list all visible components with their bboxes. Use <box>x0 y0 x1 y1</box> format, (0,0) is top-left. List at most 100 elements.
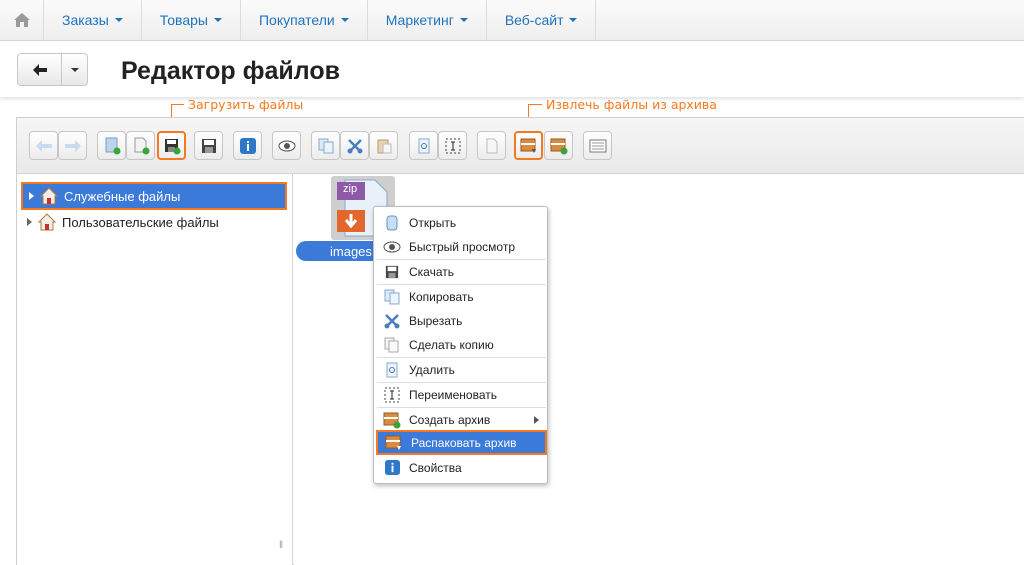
duplicate-icon <box>383 336 401 354</box>
home-icon <box>13 13 30 27</box>
list-view-icon <box>589 139 606 152</box>
page-header: Редактор файлов <box>0 41 1024 97</box>
info-button[interactable] <box>233 131 262 160</box>
nav-customers-label: Покупатели <box>258 12 335 28</box>
file-toolbar <box>17 118 1024 174</box>
edit-file-button[interactable] <box>477 131 506 160</box>
arrow-left-icon <box>32 63 47 76</box>
menu-item-duplicate[interactable]: Сделать копию <box>376 333 547 356</box>
copy-button[interactable] <box>311 131 340 160</box>
menu-item-label: Свойства <box>409 460 462 475</box>
nav-products-label: Товары <box>159 12 208 28</box>
caret-down-icon <box>70 67 79 72</box>
eye-icon <box>278 140 295 151</box>
view-toggle-button[interactable] <box>583 131 612 160</box>
resize-handle[interactable]: ‖ <box>279 540 283 551</box>
nav-marketing[interactable]: Маркетинг <box>368 0 487 40</box>
menu-item-copy[interactable]: Копировать <box>376 285 547 308</box>
menu-item-label: Сделать копию <box>409 337 494 352</box>
menu-item-quick-view[interactable]: Быстрый просмотр <box>376 235 547 258</box>
caret-down-icon <box>340 18 349 22</box>
submenu-arrow-icon <box>534 415 539 424</box>
menu-item-extract-archive[interactable]: Распаковать архив <box>376 430 547 455</box>
expand-arrow-icon <box>29 192 34 200</box>
scissors-icon <box>347 138 362 153</box>
new-folder-icon <box>105 137 120 154</box>
page-title: Редактор файлов <box>121 57 340 85</box>
rename-button[interactable] <box>438 131 467 160</box>
copy-icon <box>383 288 401 306</box>
nav-marketing-label: Маркетинг <box>385 12 454 28</box>
caret-down-icon <box>213 18 222 22</box>
archive-create-icon <box>383 411 401 429</box>
scissors-icon <box>383 312 401 330</box>
new-file-button[interactable] <box>126 131 155 160</box>
context-menu: Открыть Быстрый просмотр Скачать Копиров… <box>373 206 548 484</box>
menu-item-cut[interactable]: Вырезать <box>376 309 547 332</box>
zip-badge: zip <box>343 183 358 195</box>
cut-button[interactable] <box>340 131 369 160</box>
nav-website-label: Веб-сайт <box>504 12 564 28</box>
arrow-right-icon <box>64 139 81 152</box>
delete-button[interactable] <box>409 131 438 160</box>
folder-tree: Служебные файлы Пользовательские файлы ‖ <box>17 174 293 565</box>
extract-callout-leader-h <box>528 104 542 105</box>
menu-item-download[interactable]: Скачать <box>376 260 547 283</box>
menu-item-label: Быстрый просмотр <box>409 239 516 254</box>
home-button[interactable] <box>0 0 44 40</box>
back-dropdown-toggle[interactable] <box>62 54 87 85</box>
nav-orders-label: Заказы <box>62 12 109 28</box>
new-file-icon <box>134 137 149 154</box>
floppy-icon <box>383 263 401 281</box>
history-back-button[interactable] <box>29 131 58 160</box>
floppy-icon <box>201 138 216 153</box>
extract-callout: Извлечь файлы из архива <box>546 97 717 112</box>
history-forward-button[interactable] <box>58 131 87 160</box>
trash-icon <box>383 361 401 379</box>
open-icon <box>383 214 401 232</box>
nav-products[interactable]: Товары <box>142 0 241 40</box>
nav-customers[interactable]: Покупатели <box>241 0 368 40</box>
archive-extract-icon <box>385 434 403 452</box>
trash-icon <box>418 138 429 153</box>
tree-item-label: Служебные файлы <box>64 188 181 204</box>
tree-item-label: Пользовательские файлы <box>62 214 219 230</box>
quick-view-button[interactable] <box>272 131 301 160</box>
caret-down-icon <box>114 18 123 22</box>
menu-item-properties[interactable]: Свойства <box>376 456 547 479</box>
paste-icon <box>377 139 391 153</box>
file-name-label[interactable]: images <box>296 241 376 261</box>
copy-icon <box>318 138 333 153</box>
create-archive-button[interactable] <box>544 131 573 160</box>
menu-item-label: Удалить <box>409 362 455 377</box>
nav-orders[interactable]: Заказы <box>44 0 142 40</box>
menu-item-label: Открыть <box>409 215 457 230</box>
archive-extract-icon <box>520 138 536 153</box>
expand-arrow-icon <box>27 218 32 226</box>
tree-item-user-files[interactable]: Пользовательские файлы <box>21 208 219 236</box>
upload-files-button[interactable] <box>157 131 186 160</box>
edit-file-icon <box>486 138 497 153</box>
arrow-left-icon <box>35 139 52 152</box>
back-button[interactable] <box>18 54 62 85</box>
info-icon <box>383 459 401 477</box>
new-folder-button[interactable] <box>97 131 126 160</box>
nav-website[interactable]: Веб-сайт <box>487 0 597 40</box>
rename-icon <box>445 138 460 153</box>
menu-item-label: Распаковать архив <box>411 435 517 450</box>
home-folder-icon <box>40 187 58 205</box>
menu-item-delete[interactable]: Удалить <box>376 358 547 381</box>
menu-item-create-archive[interactable]: Создать архив <box>376 408 547 431</box>
caret-down-icon <box>459 18 468 22</box>
menu-item-open[interactable]: Открыть <box>376 211 547 234</box>
back-button-group <box>17 53 88 86</box>
menu-item-label: Переименовать <box>409 387 497 402</box>
save-button[interactable] <box>194 131 223 160</box>
tree-item-system-files[interactable]: Служебные файлы <box>21 182 287 210</box>
paste-button[interactable] <box>369 131 398 160</box>
upload-callout-leader-h <box>171 104 184 105</box>
menu-item-rename[interactable]: Переименовать <box>376 383 547 406</box>
extract-archive-button[interactable] <box>514 131 543 160</box>
menu-item-label: Вырезать <box>409 313 463 328</box>
menu-item-label: Создать архив <box>409 412 491 427</box>
